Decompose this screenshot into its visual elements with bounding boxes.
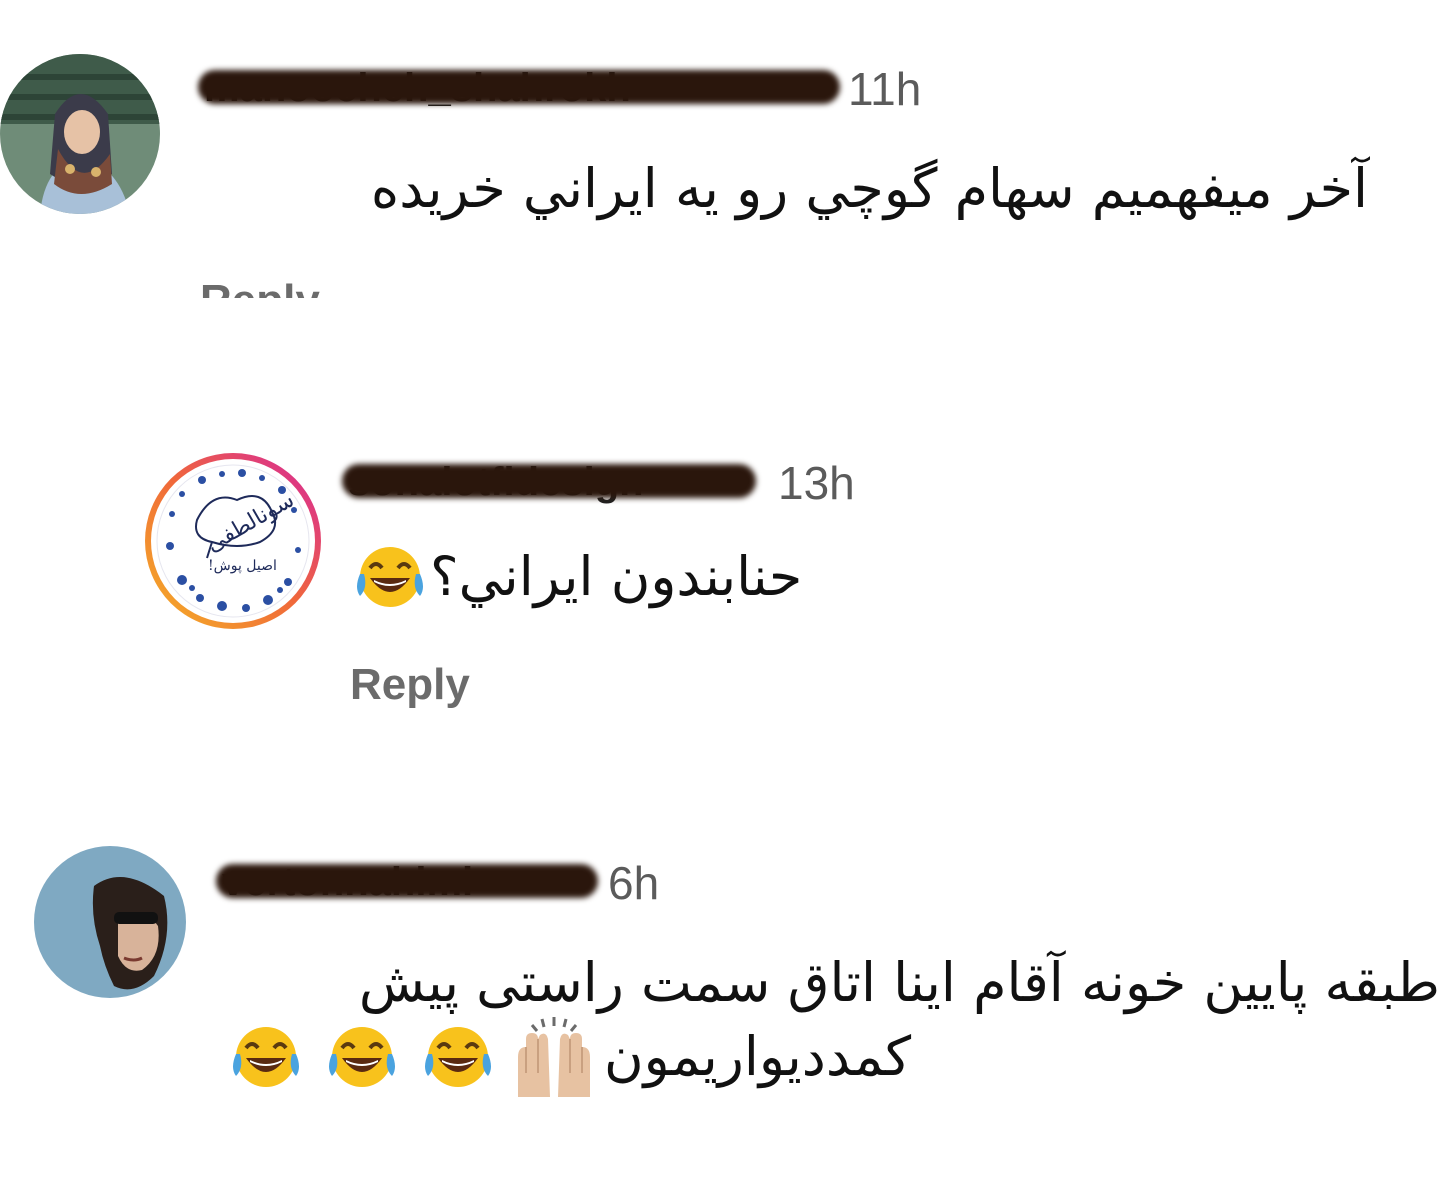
raising-hands-icon: [512, 1017, 596, 1097]
avatar-photo: [0, 54, 160, 214]
reply-button[interactable]: Reply: [350, 660, 470, 710]
username-redaction: [342, 464, 756, 498]
avatar[interactable]: سونالطفی اصیل پوش!: [142, 450, 324, 632]
laughing-icon: [326, 1024, 398, 1090]
comment-text: آخر ميفهميم سهام گوچي رو يه ايراني خريده: [370, 157, 1368, 220]
comment-text-row: حنابندون ايراني؟: [350, 538, 802, 616]
timestamp: 6h: [608, 857, 660, 909]
reply-button[interactable]: Reply: [200, 276, 320, 298]
avatar[interactable]: [0, 54, 160, 214]
timestamp: 11h: [848, 63, 922, 115]
avatar-photo: [34, 846, 186, 998]
username[interactable]: manoocheh_shahrokh: [198, 64, 844, 110]
avatar[interactable]: [34, 846, 186, 998]
comment-text-line-2-row: كمدديواريمون: [226, 1012, 911, 1102]
username[interactable]: sonalotfidesign: [342, 458, 760, 504]
username[interactable]: vertonnahimi: [216, 858, 602, 904]
comment-text-line-2: كمدديواريمون: [604, 1025, 912, 1088]
username-redaction: [198, 70, 840, 104]
comment-text: حنابندون ايراني؟: [430, 545, 803, 608]
avatar-logo-subtext: اصیل پوش!: [208, 558, 277, 574]
laughing-icon: [230, 1024, 302, 1090]
laughing-icon: [422, 1024, 494, 1090]
reply-clip: Reply: [200, 272, 400, 298]
username-redaction: [216, 864, 598, 898]
laughing-icon: [354, 544, 426, 610]
comment-text-line-1: طبقه پايين خونه آقام اينا اتاق سمت راستی…: [358, 951, 1440, 1014]
timestamp: 13h: [778, 457, 855, 509]
